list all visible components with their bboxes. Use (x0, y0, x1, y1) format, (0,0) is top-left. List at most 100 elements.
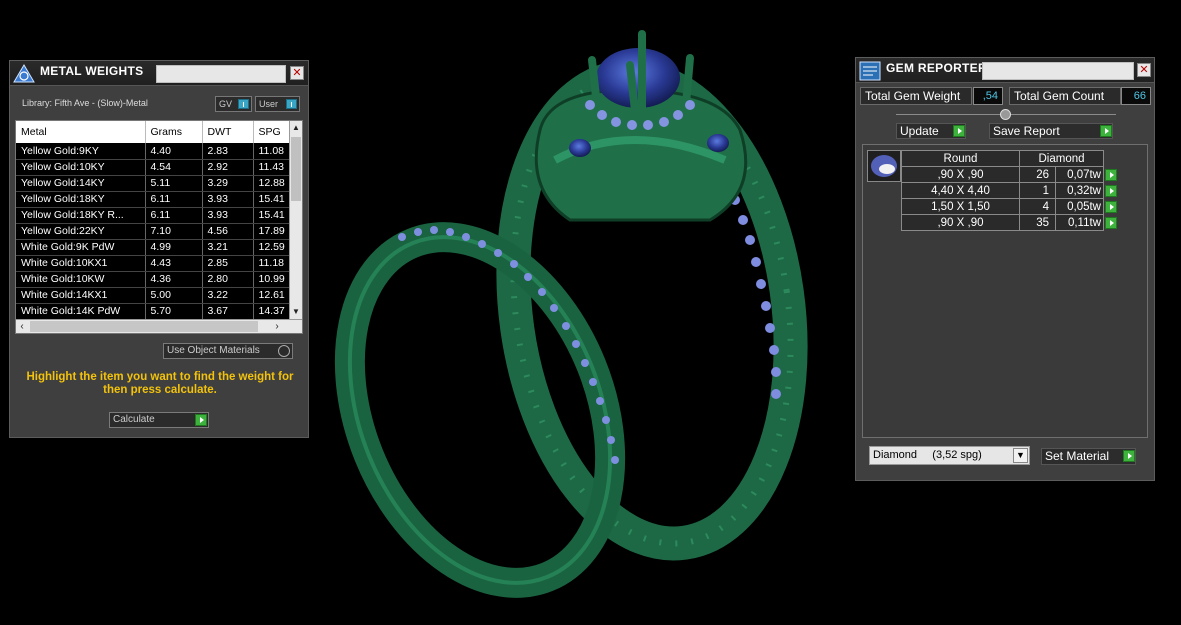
metal-name-cell: White Gold:14KX1 (16, 287, 146, 304)
scroll-up-icon[interactable]: ▲ (290, 121, 302, 135)
scroll-down-icon[interactable]: ▼ (290, 305, 302, 319)
spg-cell: 11.43 (253, 159, 291, 176)
total-gem-weight-label: Total Gem Weight (860, 87, 972, 105)
titlebar-fill (982, 62, 1134, 80)
select-gem-row-button[interactable] (1104, 167, 1122, 183)
round-gem-icon[interactable] (867, 150, 901, 182)
set-material-button[interactable]: Set Material (1041, 448, 1136, 465)
gem-row[interactable]: 1,50 X 1,50 4 0,05tw (901, 198, 1122, 215)
spg-cell: 15.41 (253, 207, 291, 224)
scroll-right-icon[interactable]: › (271, 320, 283, 333)
total-gem-count-label: Total Gem Count (1009, 87, 1121, 105)
column-header-grams[interactable]: Grams (145, 121, 203, 143)
select-gem-row-button[interactable] (1104, 199, 1122, 215)
grams-cell: 4.54 (145, 159, 203, 176)
material-select[interactable]: Diamond (3,52 spg) ▼ (869, 446, 1030, 465)
gem-count-cell: 35 (1019, 214, 1056, 231)
table-row[interactable]: Yellow Gold:18KY 6.11 3.93 15.41 (16, 191, 291, 208)
total-gem-weight-value: ,54 (973, 87, 1003, 105)
gem-size-cell: 4,40 X 4,40 (901, 182, 1020, 199)
column-header-dwt[interactable]: DWT (202, 121, 254, 143)
table-row[interactable]: White Gold:14K PdW 5.70 3.67 14.37 (16, 303, 291, 320)
scroll-thumb[interactable] (291, 137, 301, 201)
metal-name-cell: Yellow Gold:22KY (16, 223, 146, 240)
metal-table-horizontal-scrollbar[interactable]: ‹ › (16, 319, 302, 333)
table-row[interactable]: White Gold:10KW 4.36 2.80 10.99 (16, 271, 291, 288)
spg-cell: 12.88 (253, 175, 291, 192)
close-icon[interactable]: ✕ (290, 66, 304, 80)
gem-size-cell: ,90 X ,90 (901, 214, 1020, 231)
calculate-hint: Highlight the item you want to find the … (26, 371, 294, 396)
dwt-cell: 4.56 (202, 223, 254, 240)
play-arrow-icon (1105, 200, 1117, 213)
radio-icon (278, 345, 290, 357)
scroll-thumb[interactable] (30, 321, 258, 332)
play-arrow-icon (953, 125, 965, 137)
gem-weight-cell: 0,11tw (1055, 214, 1104, 231)
play-arrow-icon (195, 414, 207, 426)
metal-name-cell: Yellow Gold:18KY R... (16, 207, 146, 224)
table-row[interactable]: White Gold:10KX1 4.43 2.85 11.18 (16, 255, 291, 272)
select-gem-row-button[interactable] (1104, 183, 1122, 199)
metal-weights-app-icon (13, 64, 35, 83)
gem-row[interactable]: 4,40 X 4,40 1 0,32tw (901, 182, 1122, 199)
table-row[interactable]: Yellow Gold:22KY 7.10 4.56 17.89 (16, 223, 291, 240)
table-row[interactable]: Yellow Gold:14KY 5.11 3.29 12.88 (16, 175, 291, 192)
save-report-label: Save Report (993, 124, 1060, 138)
3d-viewport[interactable]: METAL WEIGHTS ✕ Library: Fifth Ave - (Sl… (0, 0, 1181, 625)
table-row[interactable]: Yellow Gold:18KY R... 6.11 3.93 15.41 (16, 207, 291, 224)
chevron-down-icon[interactable]: ▼ (1013, 448, 1028, 463)
play-arrow-icon (1100, 125, 1112, 137)
gem-row[interactable]: ,90 X ,90 26 0,07tw (901, 166, 1122, 183)
dwt-cell: 3.67 (202, 303, 254, 320)
dwt-cell: 2.92 (202, 159, 254, 176)
play-arrow-icon (1123, 450, 1135, 462)
scroll-left-icon[interactable]: ‹ (16, 320, 28, 333)
play-arrow-icon (1105, 216, 1117, 229)
metal-weights-panel: METAL WEIGHTS ✕ Library: Fifth Ave - (Sl… (9, 60, 309, 438)
play-arrow-icon (1105, 168, 1117, 181)
metal-table-vertical-scrollbar[interactable]: ▲ ▼ (289, 121, 302, 319)
gem-table: Round Diamond ,90 X ,90 26 0,07tw 4,40 X 4,… (901, 150, 1122, 231)
column-header-spg[interactable]: SPG (253, 121, 291, 143)
dwt-cell: 3.29 (202, 175, 254, 192)
gem-row[interactable]: ,90 X ,90 35 0,11tw (901, 214, 1122, 231)
update-button[interactable]: Update (896, 123, 966, 139)
ring-render[interactable] (330, 20, 810, 600)
save-report-button[interactable]: Save Report (989, 123, 1113, 139)
splitter-handle[interactable] (1000, 109, 1011, 120)
select-gem-row-button[interactable] (1104, 215, 1122, 231)
column-header-shape[interactable]: Round (901, 150, 1020, 167)
gem-weight-cell: 0,05tw (1055, 198, 1104, 215)
gem-reporter-titlebar[interactable]: GEM REPORTER ✕ (856, 58, 1154, 83)
gv-toggle[interactable]: GV (215, 96, 252, 112)
set-material-label: Set Material (1045, 449, 1110, 463)
column-header-material[interactable]: Diamond (1019, 150, 1104, 167)
user-toggle[interactable]: User (255, 96, 300, 112)
grams-cell: 5.70 (145, 303, 203, 320)
use-object-materials-toggle[interactable]: Use Object Materials (163, 343, 293, 359)
dwt-cell: 3.93 (202, 207, 254, 224)
gem-reporter-title: GEM REPORTER (886, 61, 987, 75)
table-row[interactable]: White Gold:9K PdW 4.99 3.21 12.59 (16, 239, 291, 256)
metal-name-cell: White Gold:9K PdW (16, 239, 146, 256)
metal-name-cell: White Gold:14K PdW (16, 303, 146, 320)
dwt-cell: 2.83 (202, 143, 254, 160)
metal-weights-titlebar[interactable]: METAL WEIGHTS ✕ (10, 61, 308, 86)
spg-cell: 14.37 (253, 303, 291, 320)
table-row[interactable]: Yellow Gold:10KY 4.54 2.92 11.43 (16, 159, 291, 176)
calculate-button[interactable]: Calculate (109, 412, 209, 428)
metal-name-cell: Yellow Gold:9KY (16, 143, 146, 160)
table-row[interactable]: White Gold:14KX1 5.00 3.22 12.61 (16, 287, 291, 304)
close-icon[interactable]: ✕ (1137, 63, 1151, 77)
spg-cell: 11.08 (253, 143, 291, 160)
spg-cell: 17.89 (253, 223, 291, 240)
play-arrow-icon (1105, 184, 1117, 197)
metal-table[interactable]: Metal Grams DWT SPG Yellow Gold:9KY 4.40 2… (15, 120, 303, 334)
column-header-metal[interactable]: Metal (16, 121, 146, 143)
gem-list[interactable]: Round Diamond ,90 X ,90 26 0,07tw 4,40 X 4,… (862, 144, 1148, 438)
table-row[interactable]: Yellow Gold:9KY 4.40 2.83 11.08 (16, 143, 291, 160)
calculate-label: Calculate (113, 414, 155, 425)
dwt-cell: 3.21 (202, 239, 254, 256)
gv-toggle-label: GV (219, 99, 233, 109)
